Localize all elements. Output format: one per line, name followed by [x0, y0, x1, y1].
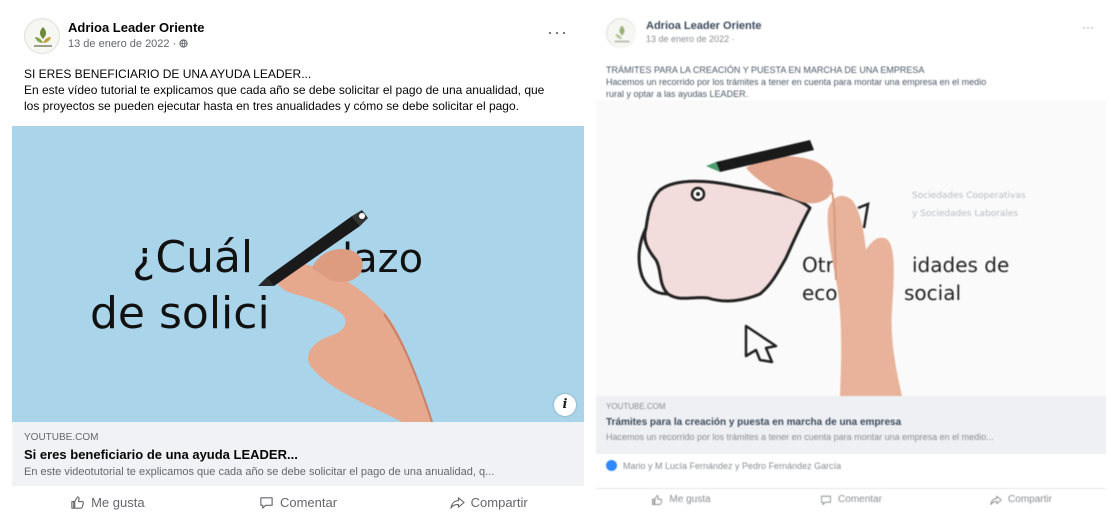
facebook-post-right: Adrioa Leader Oriente 13 de enero de 202…: [596, 8, 1106, 514]
like-label: Me gusta: [91, 494, 145, 510]
logo-icon: [26, 20, 59, 53]
post-actions: Me gusta Comentar Compartir: [596, 488, 1106, 510]
post-text-line: rural y optar a las ayudas LEADER.: [606, 89, 749, 99]
post-text: SI ERES BENEFICIARIO DE UNA AYUDA LEADER…: [24, 66, 576, 114]
post-text-line: Hacemos un recorrido por los trámites a …: [606, 77, 987, 87]
comment-icon: [821, 495, 831, 505]
like-label: Me gusta: [669, 494, 711, 505]
link-description: En este videotutorial te explicamos que …: [24, 466, 495, 478]
share-label: Compartir: [470, 494, 528, 510]
whiteboard-illustration: ¿Cuál lazo de solici: [12, 126, 584, 422]
like-button[interactable]: Me gusta: [596, 489, 766, 510]
post-text-line: En este vídeo tutorial te explicamos que…: [24, 83, 545, 97]
video-text: social: [904, 281, 961, 305]
post-header: Adrioa Leader Oriente 13 de enero de 202…: [24, 18, 572, 58]
video-text: idades de: [912, 253, 1009, 277]
reactions-summary[interactable]: Mario y M Lucía Fernández y Pedro Fernán…: [606, 460, 1096, 471]
share-icon: [450, 496, 465, 509]
post-text-line: los proyectos se pueden ejecutar hasta e…: [24, 99, 519, 113]
post-text-line: TRÁMITES PARA LA CREACIÓN Y PUESTA EN MA…: [606, 65, 925, 75]
comment-label: Comentar: [279, 494, 338, 510]
share-button[interactable]: Compartir: [393, 490, 584, 514]
post-date-text[interactable]: 13 de enero de 2022 ·: [68, 38, 179, 50]
link-domain: YOUTUBE.COM: [606, 402, 666, 411]
like-button[interactable]: Me gusta: [12, 490, 203, 514]
thumbs-up-icon: [71, 495, 85, 509]
post-author[interactable]: Adrioa Leader Oriente: [646, 20, 762, 32]
post-header: Adrioa Leader Oriente 13 de enero de 202…: [606, 18, 1096, 54]
page-avatar[interactable]: [606, 18, 637, 49]
video-thumbnail[interactable]: Sociedades Cooperativas y Sociedades Lab…: [596, 100, 1106, 396]
link-preview[interactable]: YOUTUBE.COM Si eres beneficiario de una …: [12, 422, 584, 486]
info-button[interactable]: i: [554, 394, 576, 416]
comment-button[interactable]: Comentar: [203, 490, 394, 514]
logo-icon: [607, 19, 637, 49]
facebook-post-left: Adrioa Leader Oriente 13 de enero de 202…: [12, 4, 584, 514]
share-button[interactable]: Compartir: [936, 489, 1106, 510]
globe-icon: [179, 39, 188, 48]
share-label: Compartir: [1008, 494, 1052, 505]
more-options-button[interactable]: ···: [1082, 20, 1094, 34]
post-author[interactable]: Adrioa Leader Oriente: [68, 20, 205, 35]
post-text-line: SI ERES BENEFICIARIO DE UNA AYUDA LEADER…: [24, 67, 312, 81]
post-date[interactable]: 13 de enero de 2022 ·: [68, 38, 188, 50]
comment-label: Comentar: [838, 494, 882, 505]
link-description: Hacemos un recorrido por los trámites a …: [606, 432, 994, 442]
video-side-text: Sociedades Cooperativas: [912, 191, 1026, 201]
page-avatar[interactable]: [24, 18, 60, 54]
comment-icon: [260, 496, 273, 509]
link-title[interactable]: Trámites para la creación y puesta en ma…: [606, 417, 1096, 428]
more-options-button[interactable]: ···: [547, 22, 568, 43]
video-text: ¿Cuál: [132, 232, 253, 283]
screenshot-stage: Adrioa Leader Oriente 13 de enero de 202…: [0, 0, 1111, 517]
like-reaction-icon: [606, 460, 617, 471]
link-domain: YOUTUBE.COM: [24, 432, 99, 443]
comment-button[interactable]: Comentar: [766, 489, 936, 510]
post-date[interactable]: 13 de enero de 2022 ·: [646, 34, 735, 44]
map-illustration: Sociedades Cooperativas y Sociedades Lab…: [596, 100, 1106, 396]
reactions-text[interactable]: Mario y M Lucía Fernández y Pedro Fernán…: [623, 461, 841, 471]
thumbs-up-icon: [652, 494, 663, 505]
video-thumbnail[interactable]: ¿Cuál lazo de solici i: [12, 126, 584, 422]
video-side-text: y Sociedades Laborales: [912, 209, 1018, 219]
post-text: TRÁMITES PARA LA CREACIÓN Y PUESTA EN MA…: [606, 64, 1102, 100]
share-icon: [990, 495, 1002, 505]
video-text: de solici: [90, 288, 270, 339]
link-title[interactable]: Si eres beneficiario de una ayuda LEADER…: [24, 447, 572, 462]
post-actions: Me gusta Comentar Compartir: [12, 490, 584, 514]
link-preview[interactable]: YOUTUBE.COM Trámites para la creación y …: [596, 396, 1106, 454]
